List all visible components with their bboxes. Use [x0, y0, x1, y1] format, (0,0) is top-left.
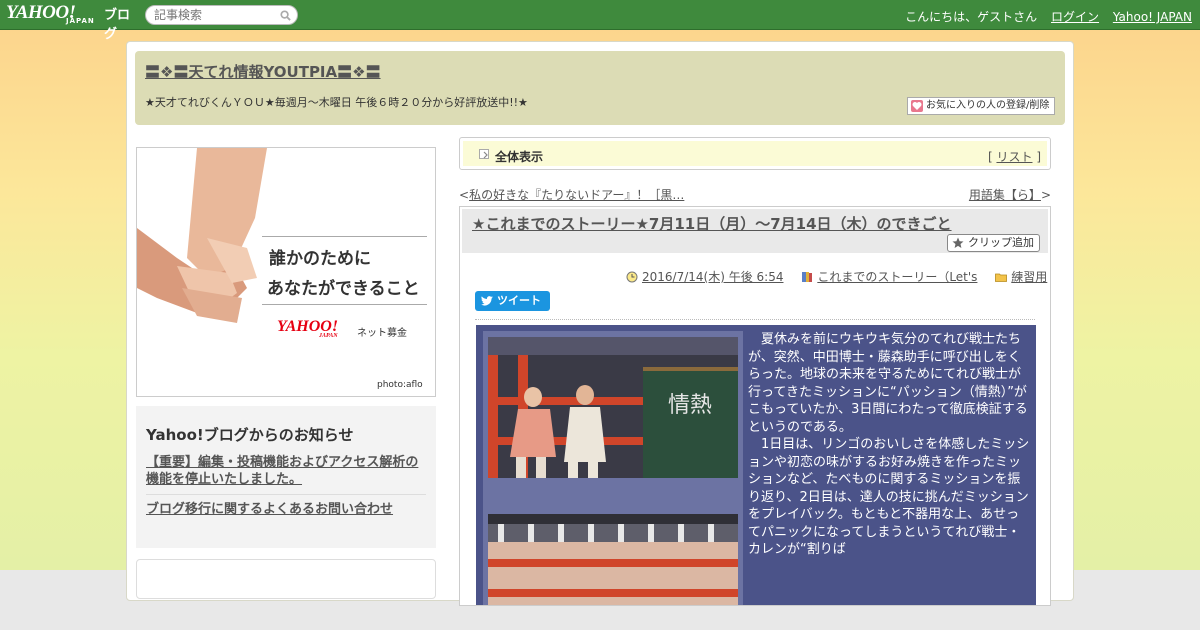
- favorite-register-label: お気に入りの人の登録/削除: [926, 100, 1050, 111]
- studio-scene-2: [488, 514, 738, 605]
- blog-header: 〓❖〓天てれ情報YOUTPIA〓❖〓 ★天才てれびくんＹＯＵ★毎週月～木曜日 午…: [135, 51, 1065, 125]
- view-bar-inner: 全体表示 [ リスト ]: [463, 141, 1047, 166]
- studio-scene-1: 情熱: [488, 337, 738, 478]
- yahoo-japan-link[interactable]: Yahoo! JAPAN: [1113, 10, 1192, 24]
- blackboard-text: 情熱: [668, 393, 712, 418]
- star-icon: [952, 237, 964, 248]
- handshake-image: [137, 148, 267, 323]
- top-links: こんにちは、ゲストさん ログイン Yahoo! JAPAN: [895, 8, 1192, 25]
- next-article: 用語集【ら】>: [969, 186, 1051, 203]
- all-view-label: 全体表示: [495, 150, 544, 164]
- donation-banner[interactable]: 誰かのために あなたができること YAHOO! JAPAN ネット募金 phot…: [136, 147, 436, 397]
- heart-icon: [911, 100, 923, 112]
- studio-photo-1: 情熱: [488, 337, 738, 478]
- photo-credit: photo:aflo: [377, 380, 423, 390]
- notice-item-important[interactable]: 【重要】編集・投稿機能およびアクセス解析の機能を停止いたしました。: [146, 454, 428, 488]
- clock-icon: [626, 271, 638, 283]
- banner-line1: 誰かのために: [269, 249, 371, 269]
- next-article-link[interactable]: 用語集【ら】: [969, 188, 1041, 202]
- global-header: YAHOO! JAPAN ブログ こんにちは、ゲストさん ログイン Yahoo!…: [0, 0, 1200, 42]
- category-link[interactable]: これまでのストーリー（Let's: [817, 270, 977, 284]
- yahoo-blog-logo[interactable]: YAHOO! JAPAN ブログ: [6, 2, 142, 42]
- bracket-open: [: [987, 150, 993, 164]
- tweet-label: ツイート: [497, 294, 541, 307]
- twitter-bird-icon: [481, 296, 493, 306]
- prev-article-link[interactable]: 私の好きな『たりないドアー』！［黒…: [469, 188, 684, 202]
- studio-photo-2: [488, 514, 738, 605]
- notice-item-faq[interactable]: ブログ移行に関するよくあるお問い合わせ: [146, 501, 428, 518]
- notice-divider: [146, 494, 426, 495]
- login-link[interactable]: ログイン: [1051, 10, 1099, 24]
- greeting-text: こんにちは、ゲストさん: [905, 10, 1038, 24]
- article-date-link[interactable]: 2016/7/14(木) 午後 6:54: [642, 270, 783, 284]
- tweet-button[interactable]: ツイート: [475, 291, 550, 311]
- book-icon: [802, 272, 813, 282]
- blog-description: ★天才てれびくんＹＯＵ★毎週月～木曜日 午後６時２０分から好評放送中!!★: [145, 96, 528, 109]
- banner-divider: [262, 304, 427, 305]
- bracket-close: ]: [1036, 150, 1041, 164]
- search-input[interactable]: [154, 8, 279, 22]
- sidebar-box: [136, 559, 436, 599]
- divider: [475, 319, 1035, 320]
- article-navigation: <私の好きな『たりないドアー』！［黒… 用語集【ら】>: [459, 186, 1051, 203]
- favorite-register-button[interactable]: お気に入りの人の登録/削除: [907, 97, 1055, 115]
- search-icon[interactable]: [280, 10, 291, 21]
- article-body: 夏休みを前にウキウキ気分のてれび戦士たちが、突然、中田博士・藤森助手に呼び出しを…: [748, 331, 1030, 559]
- list-link[interactable]: リスト: [996, 150, 1032, 164]
- folder-icon: [995, 273, 1008, 282]
- view-bar: 全体表示 [ リスト ]: [459, 137, 1051, 170]
- clip-add-label: クリップ追加: [968, 236, 1034, 249]
- search-box: [145, 5, 298, 25]
- banner-logo-sub: JAPAN: [319, 333, 338, 339]
- banner-donation-label: ネット募金: [357, 328, 407, 339]
- banner-divider: [262, 236, 427, 237]
- article-header: ★これまでのストーリー★7月11日（月）～7月14日（木）のできごと クリップ追…: [462, 209, 1048, 253]
- clip-add-button[interactable]: クリップ追加: [947, 234, 1040, 252]
- prev-mark: <: [459, 188, 470, 202]
- blog-notice: Yahoo!ブログからのお知らせ 【重要】編集・投稿機能およびアクセス解析の機能…: [136, 406, 436, 548]
- logo-sub: JAPAN: [66, 17, 95, 25]
- logo-blog: ブログ: [104, 8, 131, 42]
- article-meta: 2016/7/14(木) 午後 6:54 これまでのストーリー（Let's 練習…: [626, 268, 1050, 285]
- article-body-text: 夏休みを前にウキウキ気分のてれび戦士たちが、突然、中田博士・藤森助手に呼び出しを…: [748, 332, 1030, 557]
- folder-link[interactable]: 練習用: [1011, 270, 1047, 284]
- photo-column: 情熱: [483, 331, 743, 605]
- article-content: 情熱 夏休みを前にウキウキ気分のてれび戦士たちが、突然、中田博士・藤森助手に呼び…: [476, 325, 1036, 605]
- notice-title: Yahoo!ブログからのお知らせ: [146, 426, 354, 444]
- banner-line2: あなたができること: [267, 279, 420, 299]
- article-title[interactable]: ★これまでのストーリー★7月11日（月）～7月14日（木）のできごと: [472, 213, 952, 234]
- article: ★これまでのストーリー★7月11日（月）～7月14日（木）のできごと クリップ追…: [459, 206, 1051, 606]
- list-link-group: [ リスト ]: [988, 148, 1041, 165]
- banner-yahoo-logo: YAHOO! JAPAN: [277, 318, 338, 339]
- next-mark: >: [1040, 188, 1051, 202]
- arrow-right-icon: [479, 149, 489, 159]
- blog-title[interactable]: 〓❖〓天てれ情報YOUTPIA〓❖〓: [145, 61, 381, 82]
- blog-container: 〓❖〓天てれ情報YOUTPIA〓❖〓 ★天才てれびくんＹＯＵ★毎週月～木曜日 午…: [126, 41, 1074, 606]
